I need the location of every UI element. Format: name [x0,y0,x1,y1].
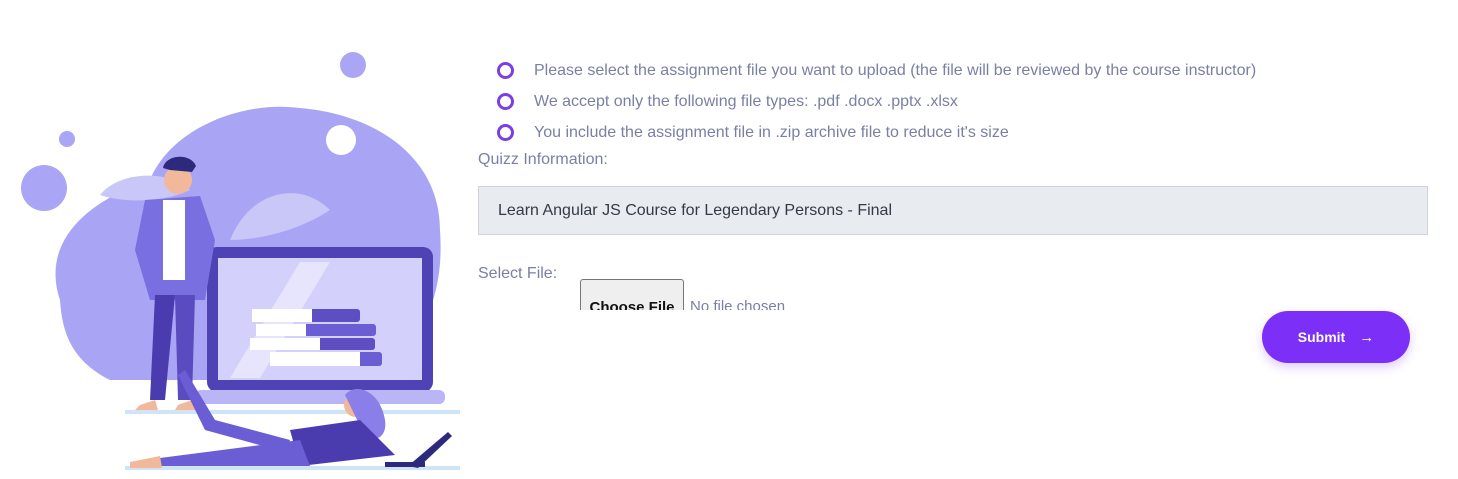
decor-circle [59,131,75,147]
decor-circle [21,165,67,211]
list-item: We accept only the following file types:… [497,86,1256,117]
submit-button[interactable]: Submit → [1262,311,1410,363]
circle-bullet-icon [497,124,514,141]
guideline-text: We accept only the following file types:… [534,92,958,110]
arrow-right-icon: → [1359,328,1375,346]
file-status: No file chosen [690,298,786,310]
students-laptop-illustration [21,52,460,470]
select-file-label: Select File: [478,265,558,282]
upload-guidelines: Please select the assignment file you wa… [497,55,1256,148]
file-input[interactable]: Choose File No file chosen [580,279,880,310]
quiz-info-field: Learn Angular JS Course for Legendary Pe… [478,186,1428,235]
list-item: Please select the assignment file you wa… [497,55,1256,86]
quiz-info-label: Quizz Information: [478,151,608,168]
guideline-text: Please select the assignment file you wa… [534,61,1257,79]
guideline-text: You include the assignment file in .zip … [534,123,1009,141]
decor-circle [340,52,366,78]
laptop-base [195,390,445,404]
list-item: You include the assignment file in .zip … [497,117,1256,148]
circle-bullet-icon [497,93,514,110]
submit-label: Submit [1297,329,1346,345]
circle-bullet-icon [497,62,514,79]
choose-file-button[interactable]: Choose File [580,279,684,310]
